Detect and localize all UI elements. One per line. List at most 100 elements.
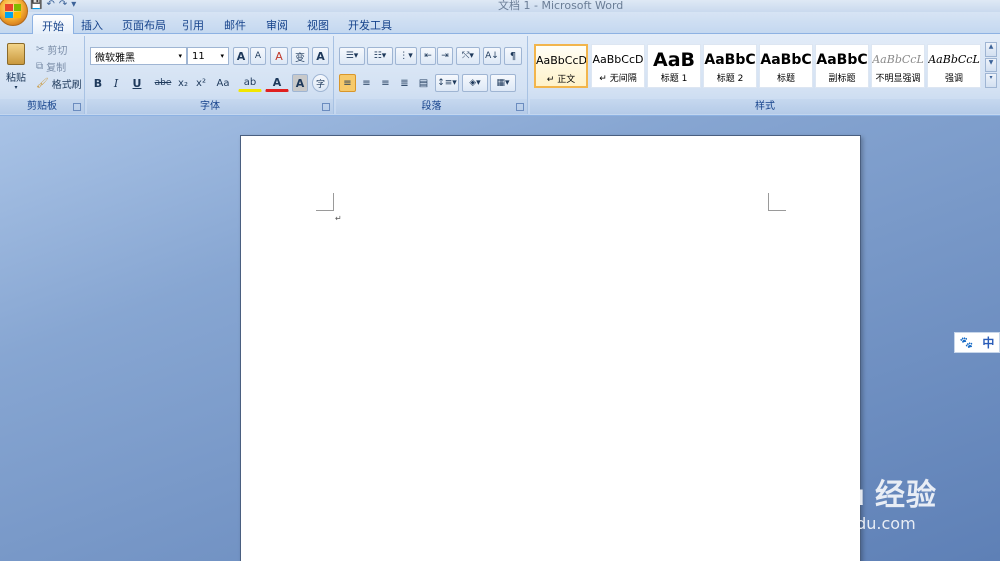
style-title[interactable]: AaBbC 标题 (759, 44, 813, 88)
style-heading-2[interactable]: AaBbC 标题 2 (703, 44, 757, 88)
pilcrow-icon: ¶ (509, 50, 517, 62)
multilevel-list-button[interactable]: ⋮▾ (395, 47, 417, 65)
show-marks-button[interactable]: ¶ (504, 47, 522, 65)
chevron-down-icon: ▾ (220, 52, 224, 60)
strikethrough-button[interactable]: abe (153, 74, 173, 92)
office-logo-icon (5, 4, 21, 18)
font-size-select[interactable]: 11 ▾ (187, 47, 229, 65)
phonetic-guide-button[interactable]: 变 (291, 47, 309, 65)
bullet-list-icon: ☰▾ (345, 51, 359, 61)
italic-button[interactable]: I (108, 74, 124, 92)
copy-label: 复制 (46, 63, 67, 74)
styles-group-label: 样式 (530, 99, 1000, 114)
bullets-button[interactable]: ☰▾ (339, 47, 365, 65)
baidu-watermark: Bai du 经验 jingyan.baidu.com (768, 470, 937, 533)
watermark-url: jingyan.baidu.com (768, 514, 916, 533)
watermark-brand: Bai du 经验 (768, 479, 938, 512)
tab-page-layout[interactable]: 页面布局 (113, 14, 175, 34)
chevron-down-icon: ▾ (178, 52, 182, 60)
font-family-value: 微软雅黑 (95, 52, 135, 64)
style-no-spacing[interactable]: AaBbCcD ↵ 无间隔 (591, 44, 645, 88)
sort-icon: A↓ (485, 51, 499, 61)
tab-view[interactable]: 视图 (298, 14, 338, 34)
save-icon[interactable]: 💾 (30, 0, 42, 10)
tab-home[interactable]: 开始 (32, 14, 74, 34)
style-subtle-emphasis[interactable]: AaBbCcL 不明显强调 (871, 44, 925, 88)
line-spacing-icon: ↕≡▾ (437, 78, 457, 88)
clipboard-launcher-icon[interactable] (73, 103, 81, 111)
decrease-indent-button[interactable]: ⇤ (420, 47, 436, 65)
format-painter-button[interactable]: 🖌 格式刷 (36, 76, 82, 91)
chinese-layout-button[interactable]: ⤲▾ (456, 47, 480, 65)
character-border-button[interactable]: A (312, 47, 329, 65)
style-normal[interactable]: AaBbCcD ↵ 正文 (534, 44, 588, 88)
cut-button[interactable]: ✂ 剪切 (36, 42, 67, 57)
style-name: 标题 (776, 74, 795, 84)
borders-button[interactable]: ▦▾ (490, 74, 516, 92)
style-preview: AaBbC (816, 52, 868, 68)
customize-qat-icon[interactable]: ▾ (71, 0, 76, 10)
font-launcher-icon[interactable] (322, 103, 330, 111)
increase-indent-button[interactable]: ⇥ (437, 47, 453, 65)
underline-button[interactable]: U (126, 74, 148, 92)
styles-group: AaBbCcD ↵ 正文 AaBbCcD ↵ 无间隔 AaB 标题 1 AaBb… (530, 36, 1000, 114)
gallery-more-icon[interactable]: ▾ (985, 73, 997, 89)
superscript-button[interactable]: x² (193, 74, 209, 92)
change-case-button[interactable]: Aa (211, 74, 235, 92)
shrink-font-button[interactable]: A (250, 47, 266, 65)
scroll-down-icon[interactable]: ▼ (985, 57, 997, 73)
align-right-button[interactable]: ≡ (377, 74, 394, 92)
numbered-list-icon: ☷▾ (373, 51, 387, 61)
copy-button[interactable]: ⧉ 复制 (36, 59, 66, 74)
subscript-button[interactable]: x₂ (175, 74, 191, 92)
font-color-button[interactable]: A (265, 74, 289, 92)
distributed-button[interactable]: ▤ (415, 74, 432, 92)
font-size-value: 11 (192, 50, 205, 62)
ribbon-tabs: 开始 插入 页面布局 引用 邮件 审阅 视图 开发工具 (0, 12, 1000, 34)
increase-indent-icon: ⇥ (441, 51, 449, 61)
clipboard-group: 粘贴 ▾ ✂ 剪切 ⧉ 复制 🖌 格式刷 剪贴板 (0, 36, 85, 114)
numbering-button[interactable]: ☷▾ (367, 47, 393, 65)
tab-insert[interactable]: 插入 (72, 14, 112, 34)
paragraph-group-label: 段落 (336, 99, 527, 114)
align-left-button[interactable]: ≡ (339, 74, 356, 92)
style-heading-1[interactable]: AaB 标题 1 (647, 44, 701, 88)
scroll-up-icon[interactable]: ▲ (985, 42, 997, 57)
font-family-select[interactable]: 微软雅黑 ▾ (90, 47, 187, 65)
line-spacing-button[interactable]: ↕≡▾ (435, 74, 459, 92)
tab-mailings[interactable]: 邮件 (215, 14, 255, 34)
highlight-button[interactable]: ab (238, 74, 262, 92)
character-shading-button[interactable]: A (292, 74, 308, 92)
undo-icon[interactable]: ↶ (46, 0, 54, 10)
font-group-label: 字体 (87, 99, 333, 114)
cut-label: 剪切 (47, 46, 68, 57)
clipboard-group-label: 剪贴板 (0, 99, 84, 114)
tab-references[interactable]: 引用 (173, 14, 213, 34)
paragraph-launcher-icon[interactable] (516, 103, 524, 111)
style-name: 标题 2 (716, 74, 744, 84)
style-emphasis[interactable]: AaBbCcL 强调 (927, 44, 981, 88)
style-name: ↵ 无间隔 (599, 74, 637, 84)
shading-button[interactable]: ◈▾ (462, 74, 488, 92)
style-subtitle[interactable]: AaBbC 副标题 (815, 44, 869, 88)
tab-review[interactable]: 审阅 (257, 14, 297, 34)
sort-button[interactable]: A↓ (483, 47, 501, 65)
grow-font-button[interactable]: A (233, 47, 249, 65)
paste-button[interactable]: 粘贴 ▾ (3, 40, 29, 94)
align-left-icon: ≡ (343, 77, 352, 89)
style-name: 标题 1 (660, 74, 688, 84)
style-preview: AaBbCcD (592, 53, 644, 66)
style-name: ↵ 正文 (546, 75, 576, 85)
justify-button[interactable]: ≣ (396, 74, 413, 92)
enclose-characters-button[interactable]: 字 (312, 74, 329, 92)
paragraph-group: ☰▾ ☷▾ ⋮▾ ⇤ ⇥ ⤲▾ A↓ ¶ ≡ ≡ ≡ ≣ ▤ ↕≡▾ ◈▾ ▦▾… (336, 36, 528, 114)
clear-formatting-button[interactable]: A (270, 47, 288, 65)
ime-indicator[interactable]: 🐾 中 (954, 332, 1000, 353)
style-preview: AaBbCcD (536, 54, 586, 67)
tab-developer[interactable]: 开发工具 (339, 14, 401, 34)
bold-button[interactable]: B (90, 74, 106, 92)
align-center-button[interactable]: ≡ (358, 74, 375, 92)
redo-icon[interactable]: ↷ (59, 0, 67, 10)
style-name: 副标题 (828, 74, 856, 84)
margin-corner-top-left (316, 193, 334, 211)
